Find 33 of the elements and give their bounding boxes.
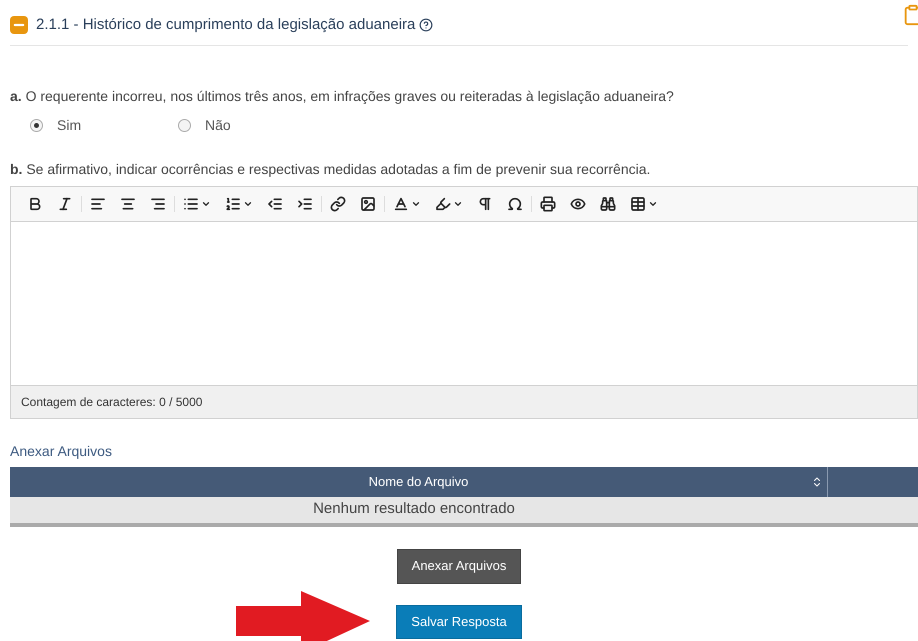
bold-icon[interactable] [27,196,43,212]
paragraph-icon[interactable] [477,196,493,212]
question-text: b. Se afirmativo, indicar ocorrências e respectivas medidas adotadas a fim de prevenir sua recorrência. [10,160,652,179]
radio-label: Não [205,116,231,134]
attach-files-button[interactable]: Anexar Arquivos [396,548,522,584]
numbered-list-icon[interactable] [225,196,253,212]
print-icon[interactable] [540,196,556,212]
special-character-icon[interactable] [507,196,523,212]
character-count: Contagem de caracteres: 0 / 5000 [21,394,202,410]
text-color-icon[interactable] [393,196,421,212]
help-icon[interactable] [419,18,434,32]
question-text: a. O requerente incorreu, nos últimos três anos, em infrações graves ou reiteradas à legislação aduaneira? [10,86,675,106]
preview-icon[interactable] [570,196,586,212]
sort-icon[interactable] [811,476,823,488]
bulleted-list-icon[interactable] [183,196,211,212]
empty-message: Nenhum resultado encontrado [10,496,918,526]
align-left-icon[interactable] [90,196,106,212]
attachments-label: Anexar Arquivos [10,442,113,461]
align-right-icon[interactable] [150,196,166,212]
find-icon[interactable] [600,196,616,212]
image-icon[interactable] [360,196,376,212]
outdent-icon[interactable] [267,196,283,212]
section-title: 2.1.1 - Histórico de cumprimento da legislação aduaneira [36,15,416,35]
radio-button[interactable] [30,118,43,132]
clipboard-icon[interactable] [902,4,918,26]
link-icon[interactable] [330,196,346,212]
align-center-icon[interactable] [120,196,136,212]
radio-button[interactable] [178,118,191,132]
indent-icon[interactable] [297,196,313,212]
italic-icon[interactable] [57,196,73,212]
table-icon[interactable] [630,196,658,212]
save-answer-button[interactable]: Salvar Resposta [396,604,522,638]
radio-label: Sim [57,116,82,134]
